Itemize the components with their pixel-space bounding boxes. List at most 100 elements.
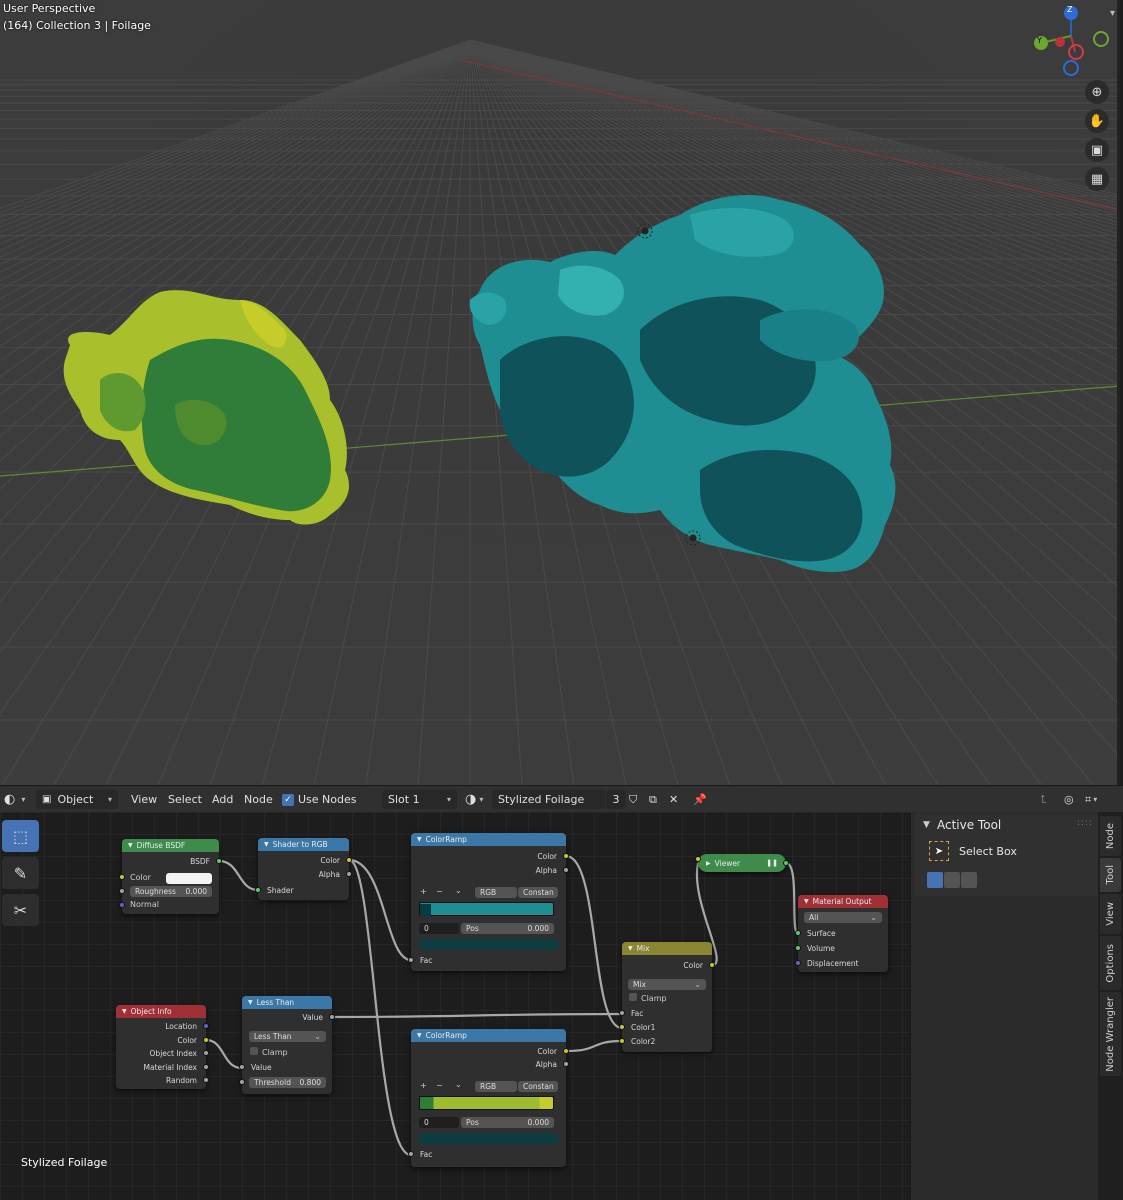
node-color-ramp-1[interactable]: ▼ ColorRamp Color Alpha + − ⌄ RGB Constan… <box>408 833 569 971</box>
interpolation-dropdown[interactable]: Constan <box>518 887 558 898</box>
stop-position-field[interactable]: Pos 0.000 <box>461 1117 554 1128</box>
object-mode-dropdown[interactable]: ▣ Object ▾ <box>36 790 118 809</box>
bsdf-output-socket[interactable] <box>216 858 222 864</box>
object-index-socket[interactable] <box>203 1050 209 1056</box>
color-output-socket[interactable] <box>203 1037 209 1043</box>
camera-icon[interactable]: ▣ <box>1085 138 1109 162</box>
select-box-tool-button[interactable]: ⬚ <box>2 820 39 852</box>
pin-icon[interactable]: 📌 <box>693 790 707 809</box>
color-output-socket[interactable] <box>346 857 352 863</box>
color-output-socket[interactable] <box>563 1048 569 1054</box>
fake-user-shield-icon[interactable]: ⛉ <box>629 790 637 809</box>
alpha-output-socket[interactable] <box>346 871 352 877</box>
node-header[interactable]: ▼ ColorRamp <box>411 833 566 846</box>
material-browse-button[interactable]: ◑ ▾ <box>465 790 483 809</box>
roughness-field[interactable]: Roughness 0.000 <box>130 886 212 897</box>
clamp-checkbox[interactable]: Clamp <box>250 1047 288 1057</box>
color-output-socket[interactable] <box>563 853 569 859</box>
color-ramp-gradient[interactable] <box>419 902 554 916</box>
shader-input-socket[interactable] <box>255 887 261 893</box>
hand-pan-icon[interactable]: ✋ <box>1085 109 1109 133</box>
fac-input-socket[interactable] <box>619 1010 625 1016</box>
add-stop-button[interactable]: + <box>420 1081 427 1090</box>
editor-type-button[interactable]: ◐ ▾ <box>4 790 25 809</box>
ramp-menu-button[interactable]: ⌄ <box>455 886 462 895</box>
volume-socket[interactable] <box>795 945 801 951</box>
blend-mode-dropdown[interactable]: Mix ⌄ <box>628 979 706 990</box>
tab-node-wrangler[interactable]: Node Wrangler <box>1100 992 1121 1076</box>
node-editor-canvas[interactable]: ⬚ ✎ ✂ ▼ Diffuse BSDF BSDF Color Roughness… <box>0 812 910 1200</box>
tab-options[interactable]: Options <box>1100 936 1121 990</box>
viewer-output-socket[interactable] <box>783 860 789 866</box>
3d-viewport[interactable]: User Perspective (164) Collection 3 | Fo… <box>0 0 1120 785</box>
select-box-tool-icon[interactable]: ➤ <box>929 841 949 861</box>
fac-input-socket[interactable] <box>408 1151 414 1157</box>
value-output-socket[interactable] <box>329 1014 335 1020</box>
snap-icon[interactable]: ⌗ ▾ <box>1085 790 1097 809</box>
node-color-ramp-2[interactable]: ▼ ColorRamp Color Alpha + − ⌄ RGB Constan… <box>408 1029 569 1167</box>
threshold-field[interactable]: Threshold 0.800 <box>249 1077 326 1088</box>
color-mode-dropdown[interactable]: RGB <box>475 1081 517 1092</box>
material-index-socket[interactable] <box>203 1064 209 1070</box>
material-name-field[interactable]: Stylized Foilage <box>492 790 605 809</box>
node-material-output[interactable]: ▼ Material Output All ⌄ Surface Volume Dis… <box>795 895 888 972</box>
parent-node-tree-icon[interactable]: ⮤ <box>1040 790 1047 809</box>
node-header[interactable]: ▼ ColorRamp <box>411 1029 566 1042</box>
tab-tool[interactable]: Tool <box>1100 858 1121 892</box>
interpolation-dropdown[interactable]: Constan <box>518 1081 558 1092</box>
target-dropdown[interactable]: All ⌄ <box>804 912 882 923</box>
duplicate-material-icon[interactable]: ⧉ <box>649 790 657 809</box>
stop-position-field[interactable]: Pos 0.000 <box>461 923 554 934</box>
operation-dropdown[interactable]: Less Than ⌄ <box>249 1031 326 1042</box>
stop-index-field[interactable]: 0 <box>419 923 459 934</box>
node-header[interactable]: ▼ Diffuse BSDF <box>122 839 219 852</box>
grid-projection-icon[interactable]: ▦ <box>1085 167 1109 191</box>
use-nodes-checkbox[interactable]: ✓ Use Nodes <box>282 790 357 809</box>
viewport-menu-icon[interactable]: ▾ <box>1110 8 1115 19</box>
node-viewer[interactable]: ▶ Viewer ❚❚ <box>695 854 789 872</box>
mode-subtract-selection-icon[interactable] <box>961 872 977 888</box>
material-user-count[interactable]: 3 <box>606 790 626 809</box>
color-input-socket[interactable] <box>119 874 125 880</box>
gizmo-y-label[interactable]: Y <box>1037 36 1042 45</box>
node-less-than[interactable]: ▼ Less Than Value Less Than ⌄ Clamp Value … <box>239 996 335 1094</box>
color1-input-socket[interactable] <box>619 1024 625 1030</box>
clamp-checkbox[interactable]: Clamp <box>629 993 667 1003</box>
location-socket[interactable] <box>203 1023 209 1029</box>
links-cut-tool-button[interactable]: ✂ <box>2 894 39 926</box>
node-shader-to-rgb[interactable]: ▼ Shader to RGB Color Alpha Shader <box>255 838 352 900</box>
tab-node[interactable]: Node <box>1100 816 1121 856</box>
node-header[interactable]: ▼ Shader to RGB <box>258 838 349 851</box>
menu-add[interactable]: Add <box>212 790 233 809</box>
gizmo-z-label[interactable]: Z <box>1067 5 1072 14</box>
color-ramp-gradient[interactable] <box>419 1096 554 1110</box>
alpha-output-socket[interactable] <box>563 867 569 873</box>
stop-color-swatch[interactable] <box>419 1133 558 1144</box>
roughness-socket[interactable] <box>119 888 125 894</box>
surface-socket[interactable] <box>795 930 801 936</box>
menu-view[interactable]: View <box>131 790 157 809</box>
stop-index-field[interactable]: 0 <box>419 1117 459 1128</box>
random-socket[interactable] <box>203 1077 209 1083</box>
menu-node[interactable]: Node <box>244 790 273 809</box>
tab-view[interactable]: View <box>1100 894 1121 934</box>
node-header[interactable]: ▼ Object Info <box>116 1005 206 1018</box>
color-mode-dropdown[interactable]: RGB <box>475 887 517 898</box>
add-stop-button[interactable]: + <box>420 887 427 896</box>
mode-extend-selection-icon[interactable] <box>944 872 960 888</box>
node-header[interactable]: ▼ Mix <box>622 942 712 955</box>
panel-title[interactable]: Active Tool <box>937 818 1001 832</box>
value-input-socket[interactable] <box>239 1064 245 1070</box>
threshold-socket[interactable] <box>239 1079 245 1085</box>
slot-dropdown[interactable]: Slot 1 ▾ <box>382 790 457 809</box>
viewer-input-socket[interactable] <box>695 856 701 862</box>
mode-new-selection-icon[interactable] <box>927 872 943 888</box>
remove-stop-button[interactable]: − <box>436 1081 443 1090</box>
node-diffuse-bsdf[interactable]: ▼ Diffuse BSDF BSDF Color Roughness 0.000 … <box>119 839 222 914</box>
displacement-socket[interactable] <box>795 960 801 966</box>
alpha-output-socket[interactable] <box>563 1061 569 1067</box>
annotate-tool-button[interactable]: ✎ <box>2 857 39 889</box>
overlay-icon[interactable]: ◎ <box>1064 790 1074 809</box>
color2-input-socket[interactable] <box>619 1038 625 1044</box>
fac-input-socket[interactable] <box>408 957 414 963</box>
